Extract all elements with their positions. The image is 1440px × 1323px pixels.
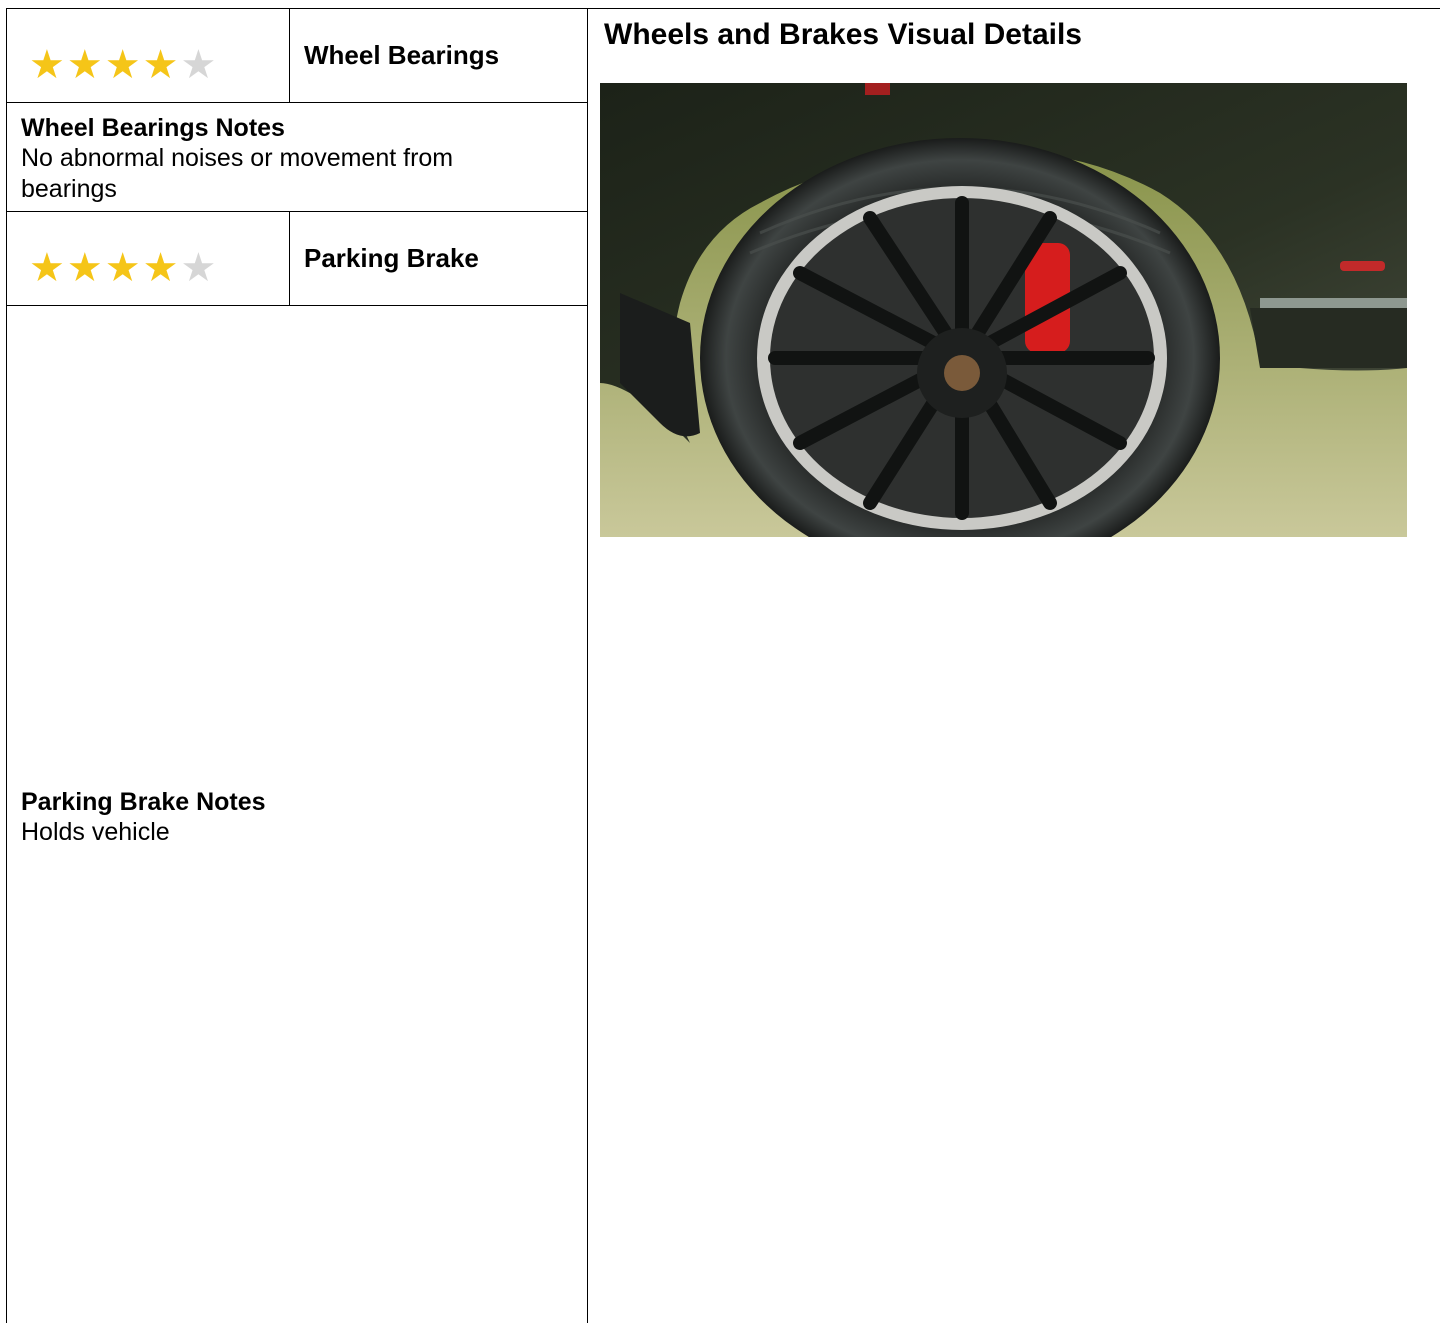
ratings-column: ★ ★ ★ ★ ★ Wheel Bearings Wheel Bearings …	[6, 8, 588, 1323]
star-filled-icon: ★	[66, 244, 103, 291]
star-filled-icon: ★	[29, 244, 65, 291]
notes-title: Wheel Bearings Notes	[21, 114, 285, 142]
rating-label: Parking Brake	[304, 243, 479, 273]
inspection-page: ★ ★ ★ ★ ★ Wheel Bearings Wheel Bearings …	[0, 0, 1440, 1323]
notes-title: Parking Brake Notes	[21, 788, 266, 816]
notes-text: Holds vehicle	[21, 818, 170, 846]
star-filled-icon: ★	[29, 41, 65, 88]
visual-details-column: Wheels and Brakes Visual Details	[588, 8, 1440, 1323]
wheel-photo-image	[600, 83, 1407, 537]
star-filled-icon: ★	[66, 41, 103, 88]
wheel-bearings-notes: Wheel Bearings Notes No abnormal noises …	[7, 103, 587, 212]
star-filled-icon: ★	[142, 244, 179, 291]
star-rating: ★ ★ ★ ★ ★	[7, 9, 290, 102]
section-title: Wheels and Brakes Visual Details	[604, 18, 1082, 51]
star-empty-icon: ★	[180, 244, 217, 291]
parking-brake-notes: Parking Brake Notes Holds vehicle	[21, 787, 561, 848]
rating-label: Wheel Bearings	[304, 40, 500, 70]
star-filled-icon: ★	[104, 244, 141, 291]
wheel-photo	[600, 83, 1407, 537]
notes-text-line: bearings	[21, 175, 117, 203]
star-empty-icon: ★	[180, 41, 217, 88]
rating-row-parking-brake: ★ ★ ★ ★ ★ Parking Brake	[7, 212, 587, 306]
star-filled-icon: ★	[104, 41, 141, 88]
star-rating: ★ ★ ★ ★ ★	[7, 212, 290, 305]
notes-text-line: No abnormal noises or movement from	[21, 144, 454, 172]
star-filled-icon: ★	[142, 41, 179, 88]
rating-row-wheel-bearings: ★ ★ ★ ★ ★ Wheel Bearings	[7, 9, 587, 103]
